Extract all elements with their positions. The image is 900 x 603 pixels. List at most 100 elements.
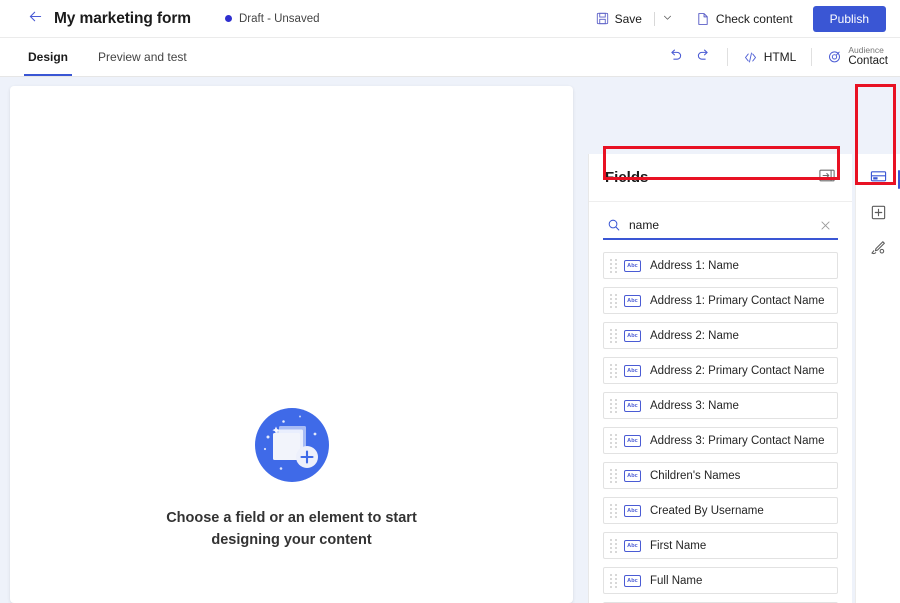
list-item-label: Full Name — [650, 574, 703, 587]
list-item[interactable]: Abc Address 2: Name — [603, 322, 838, 349]
abc-text-field-icon: Abc — [624, 399, 641, 412]
list-item[interactable]: Abc Full Name — [603, 567, 838, 594]
save-divider — [653, 11, 655, 26]
list-item[interactable]: Abc Children's Names — [603, 462, 838, 489]
undo-button[interactable] — [662, 43, 690, 71]
chevron-down-icon — [662, 10, 673, 28]
tab-design[interactable]: Design — [24, 38, 73, 76]
audience-button[interactable]: Audience Contact — [821, 44, 894, 71]
editor-tools: HTML Audience Contact — [662, 43, 900, 71]
abc-text-field-icon: Abc — [624, 434, 641, 447]
drag-handle-icon[interactable] — [610, 433, 618, 448]
top-bar-actions: Save Check content Publish — [590, 5, 900, 33]
check-content-label: Check content — [715, 11, 793, 26]
clear-icon[interactable] — [815, 217, 836, 234]
audience-value: Contact — [848, 55, 888, 68]
drag-handle-icon[interactable] — [610, 398, 618, 413]
list-item-label: Address 1: Primary Contact Name — [650, 294, 825, 307]
tools-divider-2 — [811, 48, 813, 66]
list-item[interactable]: Abc Created By Username — [603, 497, 838, 524]
drag-handle-icon[interactable] — [610, 468, 618, 483]
drag-handle-icon[interactable] — [610, 573, 618, 588]
design-canvas[interactable]: Choose a field or an element to start de… — [10, 86, 573, 603]
fields-list[interactable]: Abc Address 1: Name Abc Address 1: Prima… — [589, 248, 852, 603]
tab-list: Design Preview and test — [24, 38, 213, 76]
abc-text-field-icon: Abc — [624, 504, 641, 517]
check-content-button[interactable]: Check content — [690, 7, 799, 31]
list-item[interactable]: Abc Address 3: Name — [603, 392, 838, 419]
drag-handle-icon[interactable] — [610, 503, 618, 518]
status-dot-icon — [224, 15, 232, 22]
fields-panel-header: Fields — [589, 154, 852, 202]
list-item[interactable]: Abc Address 3: Primary Contact Name — [603, 427, 838, 454]
drag-handle-icon[interactable] — [610, 363, 618, 378]
app-root: My marketing form Draft - Unsaved Save C… — [0, 0, 900, 603]
top-command-bar: My marketing form Draft - Unsaved Save C… — [0, 0, 900, 38]
status-badge: Draft - Unsaved — [224, 12, 320, 25]
html-button[interactable]: HTML — [737, 46, 803, 69]
drag-handle-icon[interactable] — [610, 293, 618, 308]
list-item-label: Address 2: Primary Contact Name — [650, 364, 825, 377]
page-title: My marketing form — [54, 9, 191, 27]
publish-button[interactable]: Publish — [812, 5, 886, 32]
add-content-illustration — [251, 404, 333, 486]
fields-panel: Fields name Abc Address 1: Name Abc Addr… — [588, 154, 852, 603]
fields-search-input[interactable] — [629, 218, 815, 232]
right-icon-rail — [855, 154, 900, 603]
abc-text-field-icon: Abc — [624, 294, 641, 307]
abc-text-field-icon: Abc — [624, 259, 641, 272]
redo-button[interactable] — [690, 43, 718, 71]
undo-icon — [667, 46, 684, 68]
rail-button-add-element[interactable] — [862, 199, 894, 231]
fields-search-zone — [589, 202, 852, 248]
styles-brush-icon — [870, 239, 887, 261]
back-button[interactable] — [20, 4, 50, 34]
list-item-label: Address 1: Name — [650, 259, 739, 272]
save-button[interactable]: Save — [590, 7, 648, 31]
list-item-label: Address 3: Name — [650, 399, 739, 412]
tools-divider-1 — [726, 48, 728, 66]
drag-handle-icon[interactable] — [610, 258, 618, 273]
fields-panel-icon — [870, 169, 887, 191]
abc-text-field-icon: Abc — [624, 539, 641, 552]
list-item[interactable]: Abc Address 2: Primary Contact Name — [603, 357, 838, 384]
abc-text-field-icon: Abc — [624, 574, 641, 587]
list-item-label: Address 3: Primary Contact Name — [650, 434, 825, 447]
tab-design-label: Design — [28, 50, 69, 64]
rail-button-styles[interactable] — [862, 234, 894, 266]
canvas-empty-state: Choose a field or an element to start de… — [10, 404, 573, 552]
code-icon — [743, 50, 758, 65]
tab-preview-and-test[interactable]: Preview and test — [94, 38, 191, 76]
abc-text-field-icon: Abc — [624, 329, 641, 342]
rail-button-fields[interactable] — [862, 164, 900, 196]
redo-icon — [695, 46, 712, 68]
list-item[interactable]: Abc Address 1: Name — [603, 252, 838, 279]
list-item-label: Children's Names — [650, 469, 741, 482]
list-item[interactable]: Abc Address 1: Primary Contact Name — [603, 287, 838, 314]
target-icon — [827, 49, 842, 64]
list-item-label: Created By Username — [650, 504, 764, 517]
canvas-empty-text: Choose a field or an element to start de… — [166, 510, 417, 548]
drag-handle-icon[interactable] — [610, 538, 618, 553]
fields-panel-title: Fields — [605, 169, 649, 186]
tab-toolbar-row: Design Preview and test HTML Audience Co… — [0, 38, 900, 77]
drag-handle-icon[interactable] — [610, 328, 618, 343]
document-icon — [696, 12, 710, 26]
save-options-button[interactable] — [657, 5, 678, 33]
save-disk-icon — [596, 12, 609, 25]
status-text: Draft - Unsaved — [238, 12, 320, 25]
list-item-label: First Name — [650, 539, 707, 552]
collapse-panel-icon — [819, 169, 835, 187]
workspace: Choose a field or an element to start de… — [0, 77, 900, 603]
collapse-panel-button[interactable] — [816, 168, 838, 188]
html-label: HTML — [763, 50, 797, 64]
search-icon — [607, 218, 621, 232]
list-item[interactable]: Abc First Name — [603, 532, 838, 559]
abc-text-field-icon: Abc — [624, 364, 641, 377]
arrow-left-icon — [27, 8, 44, 30]
list-item-label: Address 2: Name — [650, 329, 739, 342]
fields-search-box[interactable] — [603, 212, 838, 240]
add-element-icon — [870, 204, 887, 226]
abc-text-field-icon: Abc — [624, 469, 641, 482]
tab-preview-and-test-label: Preview and test — [98, 50, 187, 64]
